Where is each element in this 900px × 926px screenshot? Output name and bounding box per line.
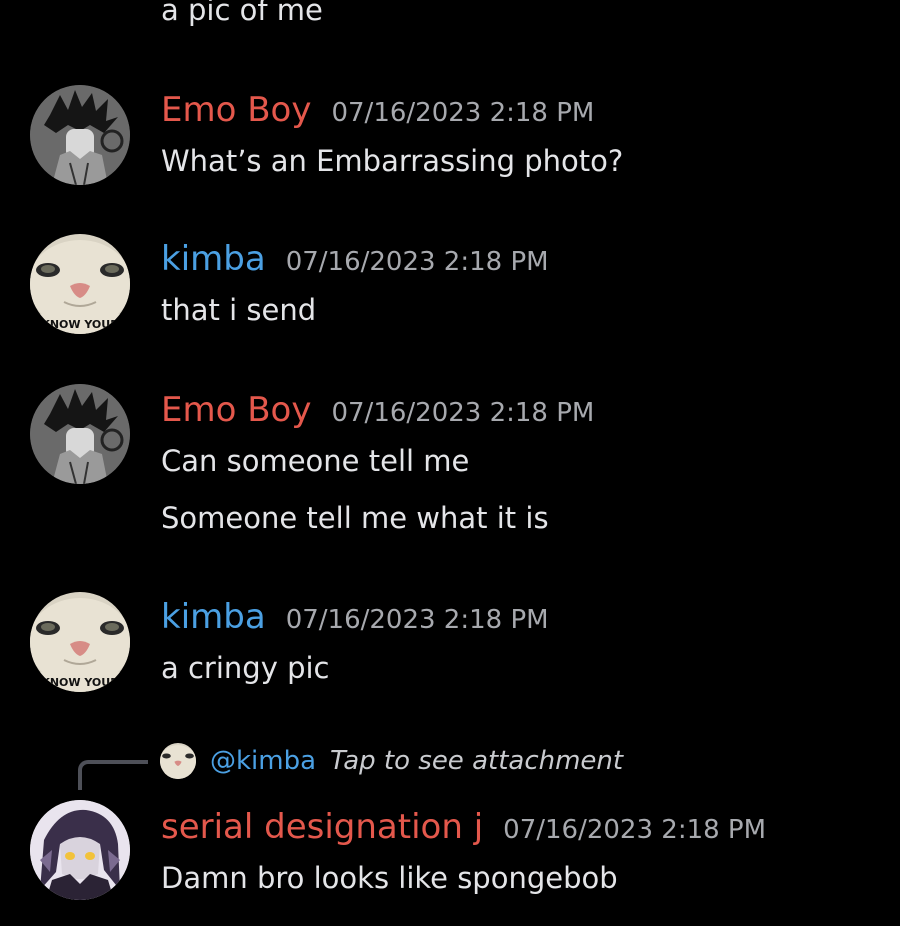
- message-header: kimba 07/16/2023 2:18 PM: [161, 597, 549, 641]
- message-timestamp: 07/16/2023 2:18 PM: [285, 605, 549, 635]
- kimba-avatar[interactable]: KNOW YOUR: [30, 234, 130, 334]
- author-name[interactable]: Emo Boy: [161, 390, 311, 430]
- message-text: a cringy pic: [161, 651, 330, 685]
- message-timestamp: 07/16/2023 2:18 PM: [331, 98, 595, 128]
- avatar-caption-text: KNOW YOUR: [41, 318, 119, 331]
- message-text: that i send: [161, 293, 317, 327]
- serial-designation-j-avatar[interactable]: [30, 800, 130, 900]
- anime-boy-avatar-icon: [30, 85, 130, 185]
- reply-connector-line: [78, 760, 148, 790]
- reply-mention[interactable]: @kimba: [210, 746, 316, 776]
- reply-reference[interactable]: @kimba Tap to see attachment: [160, 742, 623, 780]
- message-text: a pic of me: [161, 0, 323, 27]
- author-name[interactable]: kimba: [161, 239, 266, 279]
- reply-preview-text[interactable]: Tap to see attachment: [330, 746, 623, 776]
- message-timestamp: 07/16/2023 2:18 PM: [285, 247, 549, 277]
- cat-face-avatar-icon: KNOW YOUR: [30, 234, 130, 334]
- message-text: Someone tell me what it is: [161, 501, 549, 535]
- kimba-avatar[interactable]: KNOW YOUR: [30, 592, 130, 692]
- message-header: kimba 07/16/2023 2:18 PM: [161, 239, 549, 283]
- message-timestamp: 07/16/2023 2:18 PM: [503, 815, 767, 845]
- emo-boy-avatar[interactable]: [30, 85, 130, 185]
- emo-boy-avatar[interactable]: [30, 384, 130, 484]
- message-timestamp: 07/16/2023 2:18 PM: [331, 398, 595, 428]
- message-text: What’s an Embarrassing photo?: [161, 144, 624, 178]
- cat-face-avatar-icon: KNOW YOUR: [30, 592, 130, 692]
- cat-face-avatar-icon: [160, 743, 196, 779]
- author-name[interactable]: Emo Boy: [161, 90, 311, 130]
- author-name[interactable]: kimba: [161, 597, 266, 637]
- author-name[interactable]: serial designation j: [161, 807, 483, 847]
- message-text: Damn bro looks like spongebob: [161, 861, 618, 895]
- message-header: Emo Boy 07/16/2023 2:18 PM: [161, 390, 594, 434]
- message-text: Can someone tell me: [161, 444, 470, 478]
- anime-boy-avatar-icon: [30, 384, 130, 484]
- avatar-caption-text: KNOW YOUR: [41, 676, 119, 689]
- message-header: serial designation j 07/16/2023 2:18 PM: [161, 807, 766, 851]
- reply-avatar: [160, 743, 196, 779]
- chat-message-list[interactable]: a pic of me Emo Boy 07/16/2023 2:18 PM W…: [0, 0, 900, 926]
- message-header: Emo Boy 07/16/2023 2:18 PM: [161, 90, 594, 134]
- anime-girl-avatar-icon: [30, 800, 130, 900]
